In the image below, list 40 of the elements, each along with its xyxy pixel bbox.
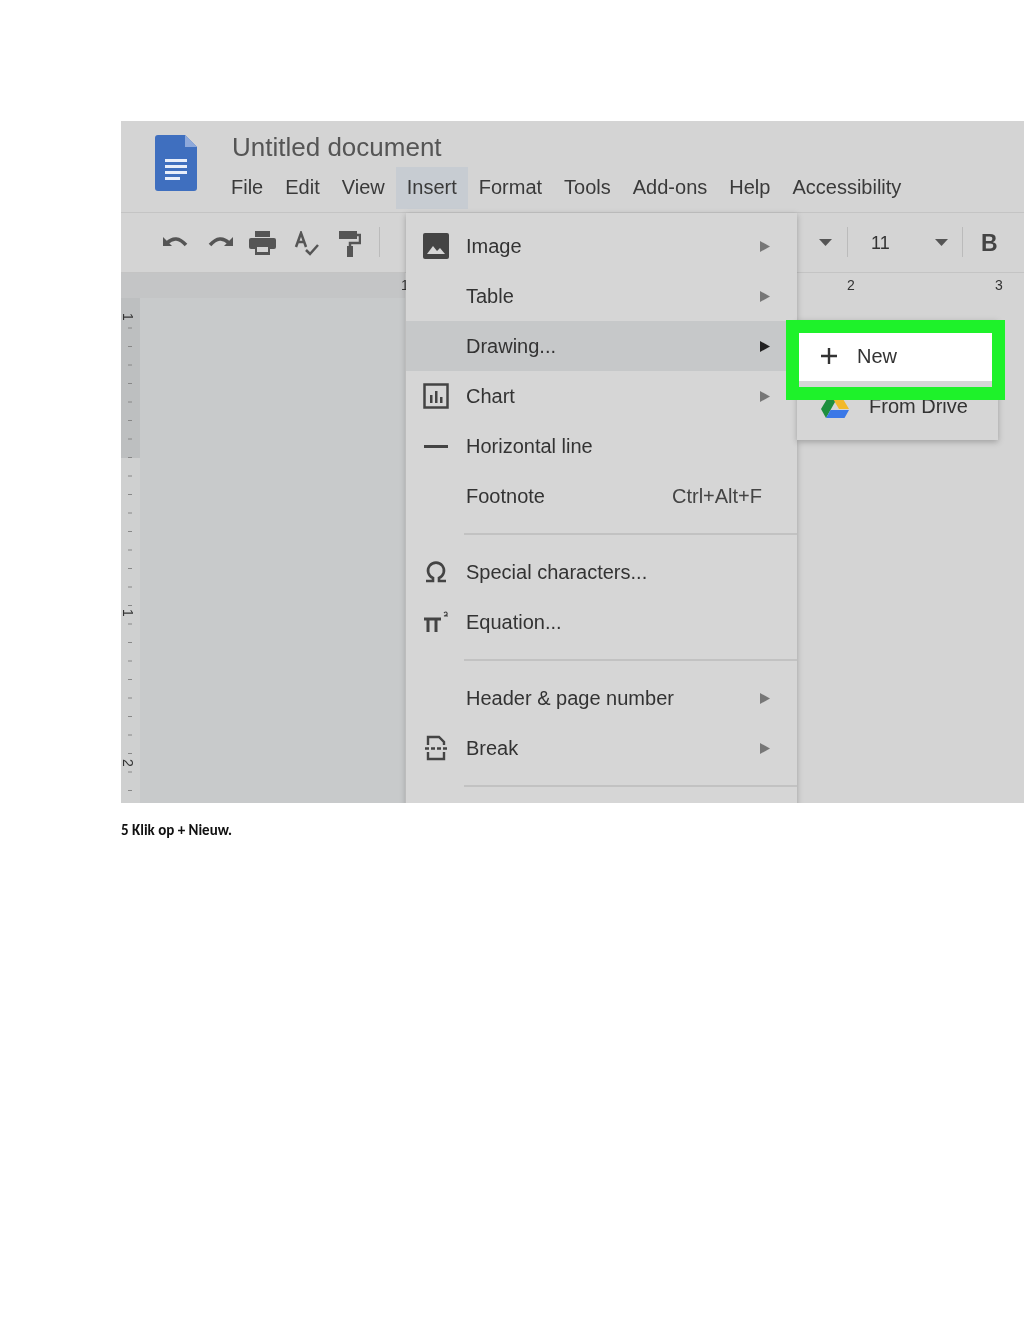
menu-item[interactable]: Add-ons: [621, 167, 719, 209]
menu-item[interactable]: Format: [467, 167, 554, 209]
menu-option[interactable]: Break: [406, 723, 797, 773]
caret-icon[interactable]: [935, 239, 948, 246]
ruler-number: 2: [847, 277, 855, 293]
menu-item[interactable]: File: [220, 167, 275, 209]
menu-item[interactable]: Tools: [553, 167, 622, 209]
omega-icon: [424, 561, 448, 583]
image-icon: [423, 233, 449, 259]
menu-item[interactable]: View: [330, 167, 396, 209]
menu-item[interactable]: Help: [718, 167, 782, 209]
menu-option[interactable]: Equation...: [406, 597, 797, 647]
menu-option[interactable]: Horizontal line: [406, 421, 797, 471]
menu-option[interactable]: Image: [406, 221, 797, 271]
menu-item[interactable]: Edit: [274, 167, 331, 209]
menu-option[interactable]: Chart: [406, 371, 797, 421]
page-break-icon: [425, 735, 447, 761]
plus-icon: [821, 348, 837, 364]
bold-button[interactable]: B: [981, 230, 998, 257]
menu-item[interactable]: Insert: [395, 167, 468, 209]
menu-item[interactable]: Accessibility: [781, 167, 913, 209]
ruler-number: 1: [121, 609, 135, 617]
spellcheck-icon[interactable]: [294, 231, 320, 257]
chart-icon: [423, 383, 449, 409]
caption: 5 Klik op + Nieuw.: [121, 821, 233, 839]
menu-option[interactable]: Table: [406, 271, 797, 321]
menu-option[interactable]: Special characters...: [406, 547, 797, 597]
ruler-number: 1: [121, 313, 135, 321]
document-icon[interactable]: [155, 135, 197, 191]
ruler-number: 3: [995, 277, 1003, 293]
menu-option[interactable]: Header & page number: [406, 673, 797, 723]
ruler-number: 2: [121, 759, 135, 767]
font-size-field[interactable]: 11: [871, 233, 890, 254]
print-icon[interactable]: [249, 231, 276, 255]
pi-squared-icon: [423, 611, 449, 633]
caret-icon[interactable]: [819, 239, 832, 246]
document-title[interactable]: Untitled document: [232, 132, 913, 162]
paint-format-icon[interactable]: [339, 231, 361, 257]
horizontal-line-icon: [424, 444, 448, 448]
menu-option[interactable]: Footnote Ctrl+Alt+F: [406, 471, 797, 521]
